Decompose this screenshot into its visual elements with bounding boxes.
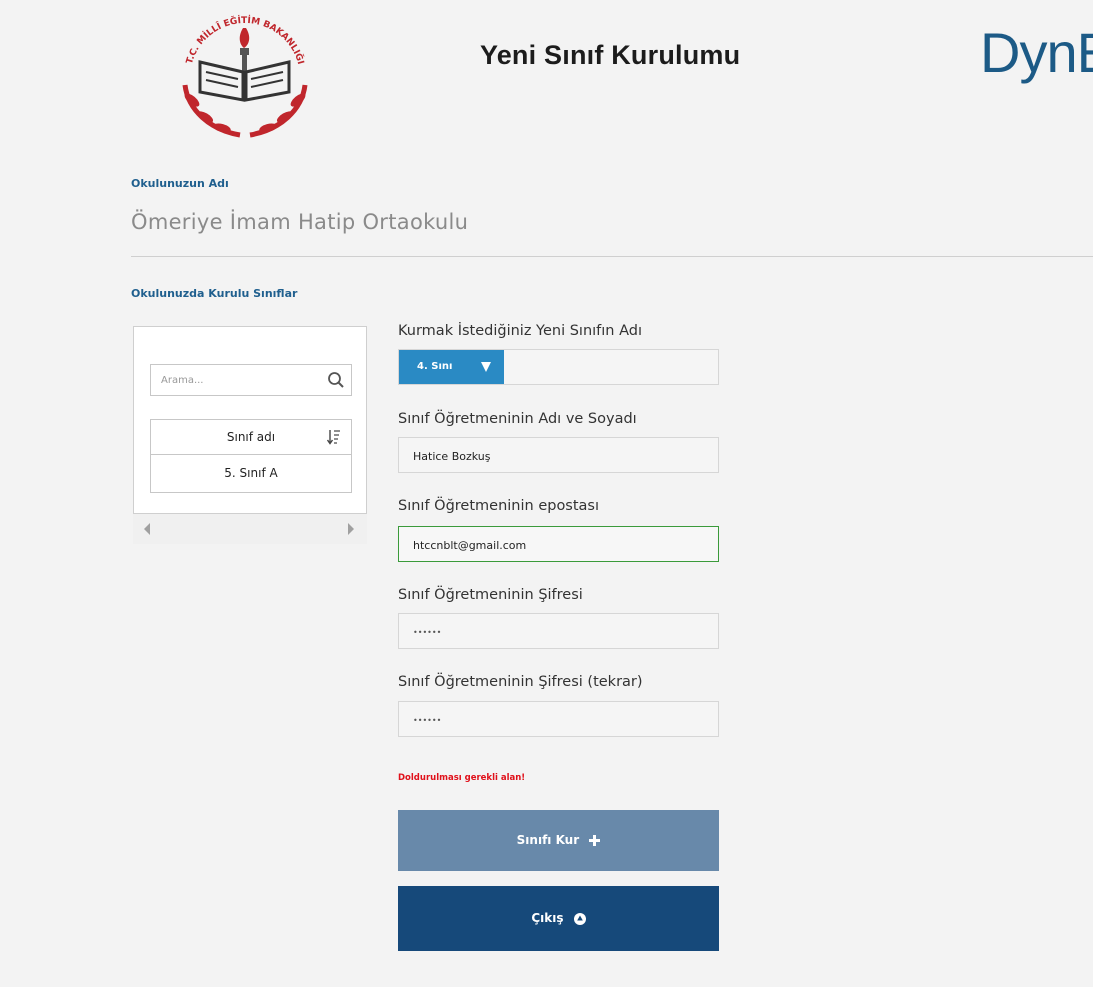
recycle-icon bbox=[573, 912, 586, 925]
teacher-name-label: Sınıf Öğretmeninin Adı ve Soyadı bbox=[398, 411, 637, 427]
school-name-label: Okulunuzun Adı bbox=[131, 177, 229, 190]
teacher-password-repeat-label: Sınıf Öğretmeninin Şifresi (tekrar) bbox=[398, 674, 643, 690]
validation-error: Doldurulması gerekli alan! bbox=[398, 773, 526, 783]
sort-icon[interactable] bbox=[327, 429, 341, 445]
teacher-password-repeat-box bbox=[398, 701, 719, 737]
exit-label: Çıkış bbox=[531, 911, 564, 925]
class-name-cell: 5. Sınıf A bbox=[224, 466, 278, 480]
teacher-email-label: Sınıf Öğretmeninin epostası bbox=[398, 498, 600, 514]
scroll-left-arrow-icon[interactable] bbox=[144, 523, 150, 535]
search-icon[interactable] bbox=[327, 371, 345, 389]
teacher-name-input[interactable] bbox=[413, 447, 703, 465]
exit-button[interactable]: Çıkış bbox=[398, 886, 719, 951]
table-row[interactable]: 5. Sınıf A bbox=[150, 455, 352, 493]
school-name: Ömeriye İmam Hatip Ortaokulu bbox=[131, 210, 469, 234]
class-search bbox=[150, 364, 352, 396]
table-header[interactable]: Sınıf adı bbox=[150, 419, 352, 455]
chevron-down-icon bbox=[481, 362, 491, 372]
existing-classes-label: Okulunuzda Kurulu Sınıflar bbox=[131, 287, 298, 300]
class-name-field: 4. Sını bbox=[398, 349, 719, 385]
create-class-label: Sınıfı Kur bbox=[516, 833, 580, 847]
class-table: Sınıf adı 5. Sınıf A bbox=[150, 419, 352, 493]
class-name-label: Kurmak İstediğiniz Yeni Sınıfın Adı bbox=[398, 323, 643, 339]
class-name-selected: 4. Sını bbox=[417, 361, 453, 372]
ministry-logo: T.C. MİLLÎ EĞİTİM BAKANLIĞI bbox=[160, 0, 330, 145]
search-input[interactable] bbox=[161, 372, 321, 388]
teacher-password-repeat-input[interactable] bbox=[413, 711, 703, 729]
class-name-select[interactable]: 4. Sını bbox=[399, 350, 504, 384]
horizontal-scrollbar[interactable] bbox=[133, 514, 367, 544]
teacher-email-box bbox=[398, 526, 719, 562]
teacher-email-input[interactable] bbox=[413, 536, 703, 554]
teacher-password-label: Sınıf Öğretmeninin Şifresi bbox=[398, 587, 583, 603]
teacher-name-box bbox=[398, 437, 719, 473]
divider bbox=[131, 256, 1093, 257]
create-class-button[interactable]: Sınıfı Kur bbox=[398, 810, 719, 871]
page-title: Yeni Sınıf Kurulumu bbox=[480, 40, 741, 70]
column-header-class-name[interactable]: Sınıf adı bbox=[227, 430, 275, 444]
brand-logo: DynE bbox=[980, 21, 1093, 84]
plus-icon bbox=[589, 835, 601, 846]
scroll-right-arrow-icon[interactable] bbox=[348, 523, 354, 535]
teacher-password-box bbox=[398, 613, 719, 649]
teacher-password-input[interactable] bbox=[413, 623, 703, 641]
